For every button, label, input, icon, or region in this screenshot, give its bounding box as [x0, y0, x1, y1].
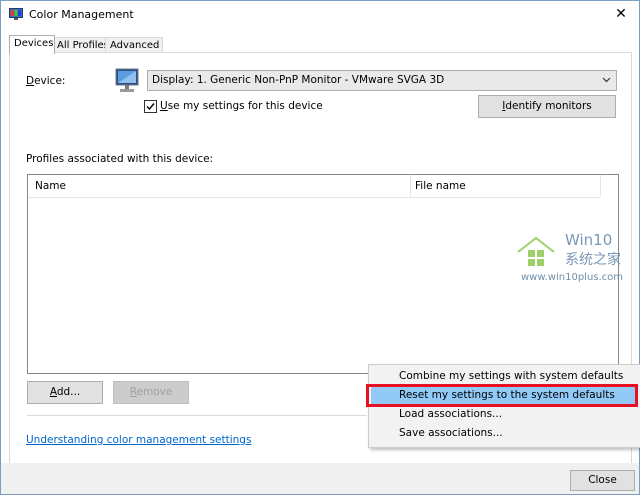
- watermark: Win10 系统之家 www.win10plus.com: [509, 224, 634, 289]
- tab-devices[interactable]: Devices: [9, 35, 55, 54]
- chevron-down-icon: [602, 75, 611, 84]
- use-my-settings-checkbox[interactable]: [144, 100, 157, 113]
- identify-monitors-button[interactable]: Identify monitors: [478, 95, 616, 118]
- device-select-value: Display: 1. Generic Non-PnP Monitor - VM…: [152, 74, 445, 86]
- watermark-title: Win10: [565, 231, 613, 249]
- checkmark-icon: [146, 103, 155, 111]
- column-divider[interactable]: [410, 175, 411, 197]
- tab-all-profiles[interactable]: All Profiles: [52, 37, 109, 53]
- remove-button[interactable]: Remove: [113, 381, 189, 404]
- divider: [27, 415, 367, 416]
- column-header-file-name[interactable]: File name: [415, 180, 466, 192]
- title-bar: Color Management ✕: [1, 1, 639, 28]
- add-button[interactable]: Add...: [27, 381, 103, 404]
- column-header-name[interactable]: Name: [35, 180, 66, 192]
- window-close-icon[interactable]: ✕: [613, 6, 629, 22]
- device-label: Device:: [26, 75, 66, 87]
- watermark-url: www.win10plus.com: [521, 272, 624, 283]
- dialog-footer: [1, 463, 639, 494]
- highlight-annotation-box: [366, 384, 638, 407]
- profiles-heading: Profiles associated with this device:: [26, 153, 214, 165]
- menu-item-load-associations[interactable]: Load associations...: [371, 405, 638, 424]
- color-management-app-icon: [9, 8, 23, 20]
- menu-item-save-associations[interactable]: Save associations...: [371, 424, 638, 443]
- understanding-color-management-link[interactable]: Understanding color management settings: [26, 434, 251, 446]
- column-divider[interactable]: [600, 175, 601, 197]
- house-logo-icon: [517, 236, 555, 270]
- use-my-settings-label[interactable]: Use my settings for this device: [160, 100, 323, 112]
- close-button[interactable]: Close: [570, 470, 635, 491]
- window-title: Color Management: [29, 8, 134, 21]
- profiles-list-header: Name File name: [28, 175, 601, 198]
- watermark-subtitle: 系统之家: [565, 252, 621, 268]
- color-management-window: Color Management ✕ Devices All Profiles …: [0, 0, 640, 495]
- tab-advanced[interactable]: Advanced: [105, 37, 163, 53]
- monitor-icon: [113, 67, 141, 95]
- device-select[interactable]: Display: 1. Generic Non-PnP Monitor - VM…: [147, 70, 617, 91]
